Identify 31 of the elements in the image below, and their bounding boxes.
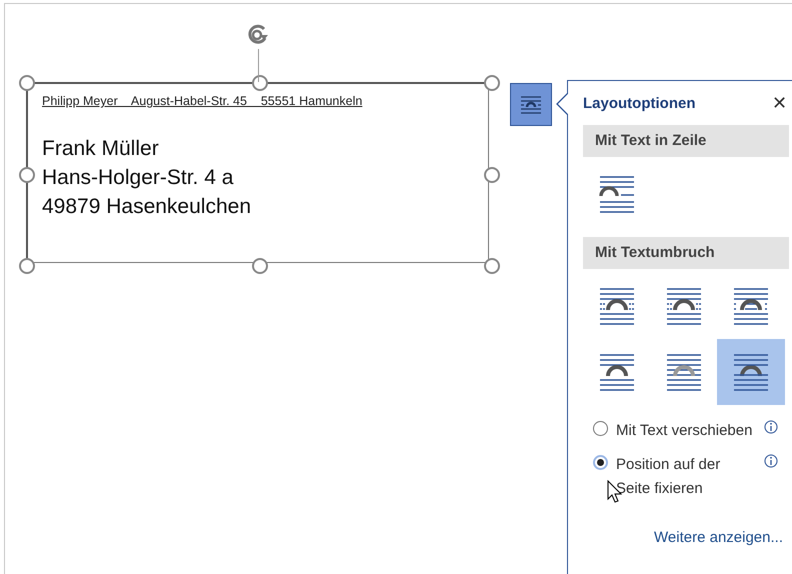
radio-button[interactable] bbox=[593, 455, 608, 470]
recipient-address: Frank Müller Hans-Holger-Str. 4 a 49879 Hasenkeulchen bbox=[42, 136, 252, 220]
resize-handle[interactable] bbox=[252, 258, 268, 274]
radio-button[interactable] bbox=[593, 421, 608, 436]
wrap-layout-icon bbox=[520, 94, 542, 114]
info-icon bbox=[764, 454, 778, 468]
wrap-layout-icon bbox=[597, 174, 637, 214]
wrap-option[interactable] bbox=[717, 339, 785, 405]
info-icon bbox=[764, 420, 778, 434]
sender-line: Philipp Meyer August-Habel-Str. 45 55551 Hamunkeln bbox=[42, 94, 362, 108]
layout-options-button[interactable] bbox=[510, 83, 552, 126]
radio-label: Mit Text verschieben bbox=[616, 421, 754, 441]
section-heading: Mit Text in Zeile bbox=[583, 125, 789, 157]
radio-label: Position auf der Seite fixieren bbox=[616, 455, 722, 499]
resize-handle[interactable] bbox=[19, 258, 35, 274]
resize-handle[interactable] bbox=[19, 75, 35, 91]
wrap-layout-icon bbox=[597, 352, 637, 392]
more-link[interactable]: Weitere anzeigen... bbox=[583, 529, 789, 546]
resize-handle[interactable] bbox=[484, 258, 500, 274]
wrap-layout-icon bbox=[664, 286, 704, 326]
resize-handle[interactable] bbox=[252, 75, 268, 91]
section-heading: Mit Textumbruch bbox=[583, 237, 789, 269]
wrap-layout-icon bbox=[731, 286, 771, 326]
resize-handle[interactable] bbox=[19, 166, 35, 182]
wrap-layout-icon bbox=[664, 352, 704, 392]
panel-title: Layoutoptionen bbox=[583, 94, 696, 112]
resize-handle[interactable] bbox=[484, 166, 500, 182]
resize-handle[interactable] bbox=[484, 75, 500, 91]
wrap-layout-icon bbox=[597, 286, 637, 326]
wrap-layout-icon bbox=[731, 352, 771, 392]
close-button[interactable]: ✕ bbox=[770, 92, 789, 114]
